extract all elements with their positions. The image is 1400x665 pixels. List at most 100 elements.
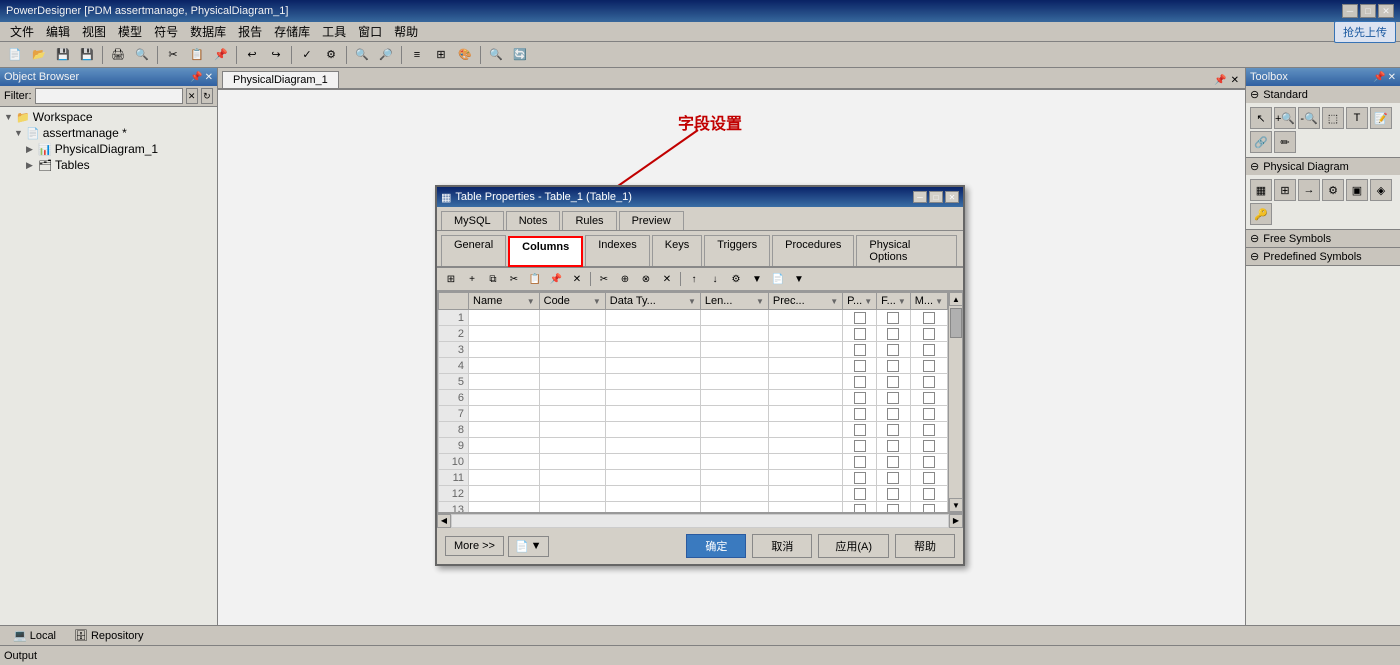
bottom-tab-local[interactable]: 💻 Local (4, 627, 65, 644)
tab-procedures[interactable]: Procedures (772, 235, 854, 266)
row-code-5[interactable] (539, 374, 605, 390)
col-tb-delete2[interactable]: ✕ (657, 270, 677, 288)
tb-align[interactable]: ≡ (406, 44, 428, 66)
col-header-name[interactable]: Name▼ (469, 293, 540, 310)
row-m-12[interactable] (910, 486, 947, 502)
close-panel-icon[interactable]: ✕ (205, 72, 213, 83)
tab-notes[interactable]: Notes (506, 211, 561, 230)
modal-minimize-btn[interactable]: ─ (913, 191, 927, 203)
row-len-8[interactable] (700, 422, 768, 438)
row-f-6[interactable] (877, 390, 911, 406)
row-len-3[interactable] (700, 342, 768, 358)
table-row[interactable]: 1 (439, 310, 948, 326)
table-row[interactable]: 11 (439, 470, 948, 486)
table-row[interactable]: 9 (439, 438, 948, 454)
row-code-8[interactable] (539, 422, 605, 438)
table-row[interactable]: 13 (439, 502, 948, 513)
tb-pkg[interactable]: ◈ (1370, 179, 1392, 201)
table-row[interactable]: 2 (439, 326, 948, 342)
row-datatype-1[interactable] (605, 310, 700, 326)
row-name-8[interactable] (469, 422, 540, 438)
row-name-2[interactable] (469, 326, 540, 342)
minimize-btn[interactable]: ─ (1342, 4, 1358, 18)
row-m-13[interactable] (910, 502, 947, 513)
toolbox-section-physical-header[interactable]: ⊖ Physical Diagram (1246, 158, 1400, 175)
cb-f-8[interactable] (887, 424, 899, 436)
tb-layout[interactable]: ⊞ (430, 44, 452, 66)
tb-check[interactable]: ✓ (296, 44, 318, 66)
cb-p-3[interactable] (854, 344, 866, 356)
cb-m-13[interactable] (923, 504, 935, 512)
cb-p-8[interactable] (854, 424, 866, 436)
tree-item-physicaldiagram[interactable]: ▶ 📊 PhysicalDiagram_1 (2, 141, 215, 157)
help-button[interactable]: 帮助 (895, 534, 955, 558)
col-tb-paste[interactable]: 📌 (546, 270, 566, 288)
row-f-5[interactable] (877, 374, 911, 390)
col-tb-sql[interactable]: 📄 (768, 270, 788, 288)
col-tb-move-up[interactable]: ↑ (684, 270, 704, 288)
tab-preview[interactable]: Preview (619, 211, 684, 230)
tb-table[interactable]: ▦ (1250, 179, 1272, 201)
col-header-datatype[interactable]: Data Ty...▼ (605, 293, 700, 310)
modal-close-btn[interactable]: ✕ (945, 191, 959, 203)
col-header-code[interactable]: Code▼ (539, 293, 605, 310)
tb-ref[interactable]: → (1298, 179, 1320, 201)
row-len-6[interactable] (700, 390, 768, 406)
row-datatype-11[interactable] (605, 470, 700, 486)
row-prec-4[interactable] (768, 358, 842, 374)
row-name-4[interactable] (469, 358, 540, 374)
menu-report[interactable]: 报告 (232, 21, 268, 42)
columns-table-scroll[interactable]: Name▼ Code▼ Data Ty...▼ Len...▼ (438, 292, 962, 512)
cb-p-13[interactable] (854, 504, 866, 512)
tab-indexes[interactable]: Indexes (585, 235, 650, 266)
row-datatype-7[interactable] (605, 406, 700, 422)
row-code-2[interactable] (539, 326, 605, 342)
row-m-5[interactable] (910, 374, 947, 390)
toolbox-section-free-header[interactable]: ⊖ Free Symbols (1246, 230, 1400, 247)
tb-seq[interactable]: ▣ (1346, 179, 1368, 201)
row-code-10[interactable] (539, 454, 605, 470)
row-name-9[interactable] (469, 438, 540, 454)
menu-model[interactable]: 模型 (112, 21, 148, 42)
row-len-1[interactable] (700, 310, 768, 326)
menu-window[interactable]: 窗口 (352, 21, 388, 42)
tab-mysql[interactable]: MySQL (441, 211, 504, 230)
row-f-2[interactable] (877, 326, 911, 342)
row-prec-2[interactable] (768, 326, 842, 342)
col-tb-add[interactable]: + (462, 270, 482, 288)
col-header-m[interactable]: M...▼ (910, 293, 947, 310)
filter-input[interactable] (35, 88, 183, 104)
tb-preview[interactable]: 🔍 (131, 44, 153, 66)
cb-p-9[interactable] (854, 440, 866, 452)
row-name-13[interactable] (469, 502, 540, 513)
cb-m-10[interactable] (923, 456, 935, 468)
row-name-6[interactable] (469, 390, 540, 406)
cb-f-9[interactable] (887, 440, 899, 452)
row-m-9[interactable] (910, 438, 947, 454)
col-tb-cut2[interactable]: ✂ (594, 270, 614, 288)
cb-f-11[interactable] (887, 472, 899, 484)
tb-replace[interactable]: 🔄 (509, 44, 531, 66)
cb-f-6[interactable] (887, 392, 899, 404)
cb-p-1[interactable] (854, 312, 866, 324)
cb-m-5[interactable] (923, 376, 935, 388)
tab-general[interactable]: General (441, 235, 506, 266)
row-p-1[interactable] (843, 310, 877, 326)
table-row[interactable]: 7 (439, 406, 948, 422)
col-tb-cut[interactable]: ✂ (504, 270, 524, 288)
toolbox-close-icon[interactable]: ✕ (1388, 72, 1396, 83)
canvas-close-icon[interactable]: ✕ (1229, 73, 1241, 88)
row-name-1[interactable] (469, 310, 540, 326)
more-button[interactable]: More >> (445, 536, 504, 556)
table-row[interactable]: 6 (439, 390, 948, 406)
row-code-7[interactable] (539, 406, 605, 422)
tab-columns[interactable]: Columns (508, 236, 583, 267)
cb-f-12[interactable] (887, 488, 899, 500)
row-p-3[interactable] (843, 342, 877, 358)
col-header-f[interactable]: F...▼ (877, 293, 911, 310)
row-len-9[interactable] (700, 438, 768, 454)
menu-edit[interactable]: 编辑 (40, 21, 76, 42)
row-m-8[interactable] (910, 422, 947, 438)
row-prec-7[interactable] (768, 406, 842, 422)
cb-f-3[interactable] (887, 344, 899, 356)
